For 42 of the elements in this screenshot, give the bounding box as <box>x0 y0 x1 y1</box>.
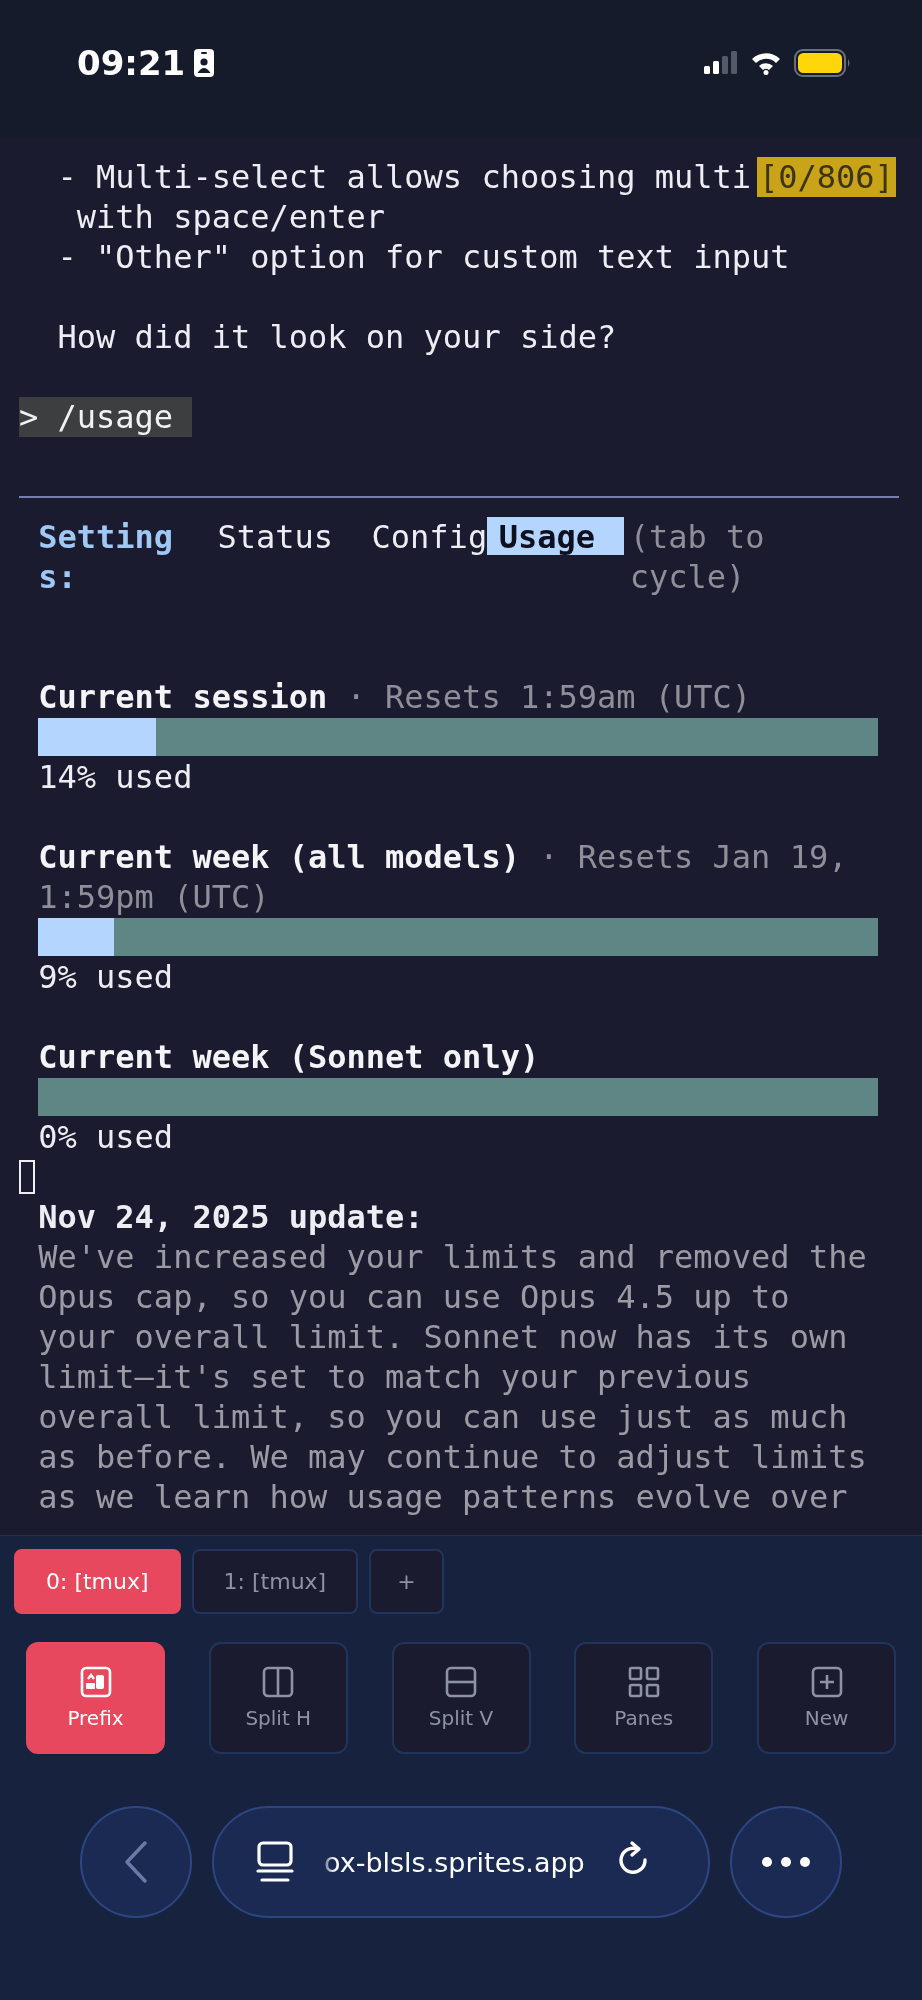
usage-heading: Current week (Sonnet only) <box>38 1037 541 1077</box>
page-menu-icon <box>256 1840 294 1884</box>
grid-icon <box>627 1666 660 1698</box>
toolbar-button[interactable]: Split H <box>208 1642 348 1754</box>
signal-icon <box>704 50 738 75</box>
wifi-icon <box>750 50 782 75</box>
usage-heading: Current week (all models) · Resets Jan 19, 1:59pm (UTC) <box>38 837 849 917</box>
settings-tab[interactable]: Status <box>217 517 333 555</box>
back-chevron-icon <box>123 1840 149 1884</box>
url-text: ox-blsls.sprites.app <box>324 1846 585 1878</box>
battery-icon <box>794 48 852 77</box>
usage-heading: Current session · Resets 1:59am (UTC) <box>38 677 753 717</box>
usage-reading: 14% used <box>38 757 194 797</box>
update-text: We've increased your limits and removed the Opus cap, so you can use Opus 4.5 up to your overall limit. Sonnet now has its own limit—it's set to match your previous overall limit, so you can use just as much as before. We may continue to adjust limits as we learn how usage patterns evolve over <box>38 1237 868 1517</box>
tab-hint: (tab to cycle) <box>629 517 766 597</box>
settings-tab[interactable]: Config <box>371 517 488 555</box>
split-rows-icon <box>445 1666 477 1698</box>
terminal-cursor <box>19 1160 35 1194</box>
contact-card-icon <box>193 47 216 78</box>
split-columns-icon <box>262 1666 295 1698</box>
toolbar-button[interactable]: Prefix <box>26 1642 165 1754</box>
window-tab[interactable]: 1: [tmux] <box>191 1549 359 1614</box>
new-window-button[interactable]: + <box>369 1549 444 1614</box>
output-line: - Multi-select allows choosing multi <box>57 157 752 197</box>
toolbar-button[interactable]: New <box>757 1642 896 1754</box>
usage-reading: 0% used <box>38 1117 175 1157</box>
address-bar[interactable]: ox-blsls.sprites.app <box>212 1806 710 1918</box>
clock-time: 09:21 <box>77 42 186 83</box>
more-icon <box>761 1856 811 1868</box>
usage-reading: 9% used <box>38 957 175 997</box>
toolbar-button[interactable]: Split V <box>391 1642 531 1754</box>
toolbar-button[interactable]: Panes <box>574 1642 714 1754</box>
plus-square-icon <box>810 1666 843 1698</box>
window-tab[interactable]: 0: [tmux] <box>14 1549 181 1614</box>
settings-title: Settings: <box>38 517 175 597</box>
keyboard-key-icon <box>79 1666 112 1698</box>
output-line: - "Other" option for custom text input <box>57 237 790 277</box>
output-line: How did it look on your side? <box>57 317 617 357</box>
search-match-counter: [0/806] <box>757 157 896 197</box>
update-heading: Nov 24, 2025 update: <box>38 1197 424 1237</box>
settings-tab[interactable]: Usage <box>487 517 624 555</box>
output-line: with space/enter <box>75 197 386 237</box>
